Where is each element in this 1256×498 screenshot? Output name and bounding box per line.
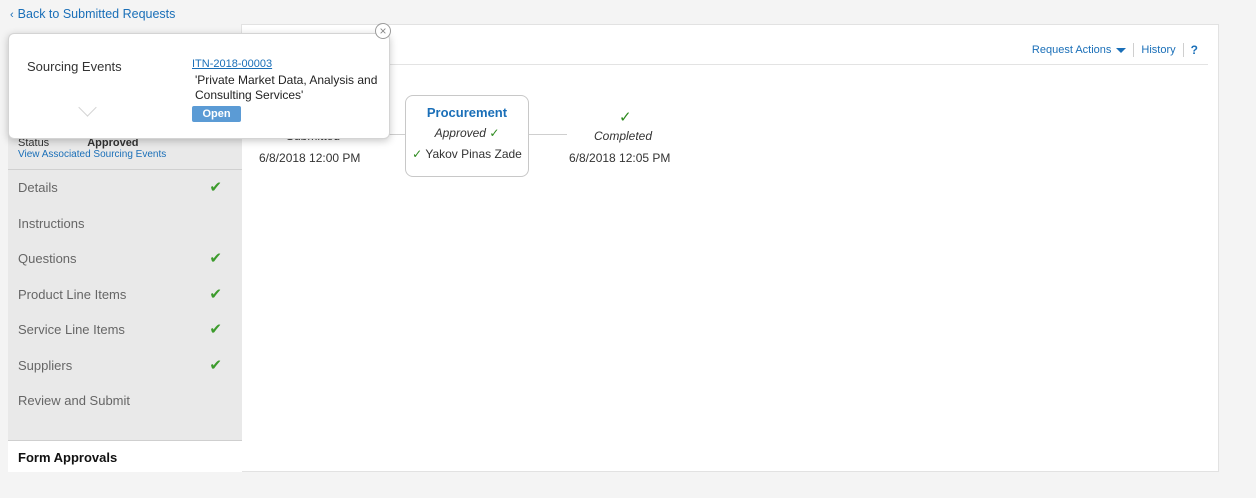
procurement-status: Approved ✓: [406, 126, 528, 140]
nav-item-suppliers[interactable]: Suppliers ✔: [8, 348, 242, 384]
nav-item-label: Instructions: [18, 215, 85, 231]
help-icon[interactable]: ?: [1191, 43, 1198, 57]
nav-item-label: Product Line Items: [18, 286, 127, 302]
status-area: Status Approved View Associated Sourcing …: [8, 134, 242, 169]
nav-item-label: Service Line Items: [18, 322, 125, 337]
nav-item-review-and-submit[interactable]: Review and Submit: [8, 383, 242, 419]
divider: [1133, 43, 1135, 57]
check-icon: ✓: [619, 109, 632, 126]
nav-item-label: Suppliers: [18, 357, 73, 373]
completed-step-label: Completed: [594, 129, 653, 143]
sourcing-event-description: 'Private Market Data, Analysis and Consu…: [195, 73, 378, 102]
divider: [1182, 43, 1184, 57]
sourcing-events-popup: Sourcing Events ITN-2018-00003 'Private …: [8, 33, 390, 139]
nav-item-instructions[interactable]: Instructions: [8, 206, 242, 242]
check-icon: ✓: [489, 126, 500, 140]
nav-item-label: Details: [18, 180, 58, 195]
procurement-status-label: Approved: [434, 126, 486, 140]
back-link-label: Back to Submitted Requests: [17, 7, 176, 21]
view-associated-sourcing-events-link[interactable]: View Associated Sourcing Events: [18, 149, 166, 160]
caret-down-icon: [1116, 47, 1127, 53]
completed-step-date: 6/8/2018 12:05 PM: [569, 151, 671, 165]
close-icon[interactable]: ×: [375, 23, 391, 39]
chevron-left-icon: ‹: [10, 9, 14, 21]
nav-item-form-approvals[interactable]: Form Approvals: [8, 440, 242, 472]
left-nav: Status Approved View Associated Sourcing …: [8, 134, 242, 472]
nav-item-details[interactable]: Details ✔: [8, 170, 242, 206]
nav-item-questions[interactable]: Questions ✔: [8, 241, 242, 277]
approver-name: Yakov Pinas Zade: [425, 147, 522, 161]
request-actions-button[interactable]: Request Actions: [1032, 44, 1127, 56]
nav-item-product-line-items[interactable]: Product Line Items ✔: [8, 277, 242, 313]
procurement-step: Procurement Approved ✓ ✓ Yakov Pinas Zad…: [405, 95, 529, 177]
popup-label: Sourcing Events: [27, 59, 122, 74]
request-actions-label: Request Actions: [1031, 44, 1112, 56]
check-icon: ✓: [412, 147, 423, 161]
history-link[interactable]: History: [1141, 44, 1175, 56]
open-button[interactable]: Open: [192, 106, 241, 122]
nav-item-label: Questions: [18, 251, 77, 266]
check-icon: ✔: [209, 285, 222, 303]
sourcing-event-id-link[interactable]: ITN-2018-00003: [192, 58, 272, 70]
check-icon: ✔: [209, 250, 222, 267]
procurement-title: Procurement: [426, 105, 508, 120]
back-to-submitted-requests-link[interactable]: ‹ Back to Submitted Requests: [10, 7, 175, 21]
submitted-step-date: 6/8/2018 12:00 PM: [259, 151, 361, 165]
nav-item-label: Review and Submit: [18, 393, 130, 408]
check-icon: ✔: [209, 356, 222, 374]
nav-item-service-line-items[interactable]: Service Line Items ✔: [8, 312, 242, 348]
check-icon: ✔: [209, 179, 222, 196]
procurement-approver: ✓ Yakov Pinas Zade: [406, 147, 528, 161]
actions-bar: Request Actions History ?: [1032, 43, 1198, 57]
nav-list: Details ✔ Instructions Questions ✔ Product…: [8, 169, 242, 419]
check-icon: ✔: [209, 321, 222, 338]
flow-connector: [529, 134, 567, 135]
